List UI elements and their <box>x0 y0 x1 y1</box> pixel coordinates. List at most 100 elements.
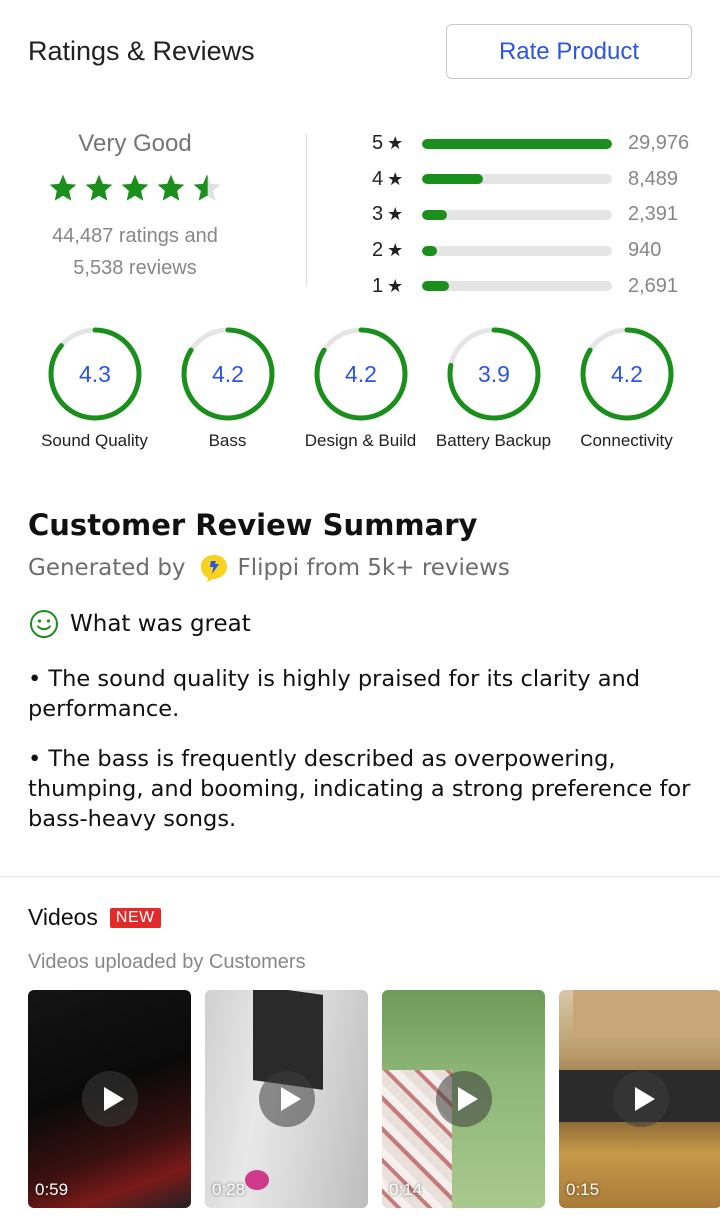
videos-header: Videos NEW <box>28 904 720 931</box>
generated-by-line: Generated by Flippi from 5k+ reviews <box>28 552 692 584</box>
distribution-bar-fill <box>422 138 612 149</box>
distribution-bar-track <box>422 174 612 185</box>
aspect-name: Battery Backup <box>435 431 552 450</box>
video-thumbnail[interactable]: 0:59 <box>28 990 191 1208</box>
distribution-bar-track <box>422 209 612 220</box>
reviews-count: 5,538 reviews <box>73 257 197 279</box>
rating-summary: Very Good 44,487 ratings and 5,538 revie… <box>28 126 242 284</box>
distribution-bar-track <box>422 245 612 256</box>
play-icon[interactable] <box>435 1071 492 1127</box>
star-level-label: 4 ★ <box>372 168 422 191</box>
star-number: 1 <box>372 274 384 297</box>
generated-by-label: Generated by <box>28 555 186 581</box>
play-icon[interactable] <box>258 1071 315 1127</box>
star-icon <box>85 174 113 201</box>
distribution-bar-fill <box>422 209 447 220</box>
aspect-score: 4.2 <box>212 361 244 387</box>
aspect-ring: 4.3 <box>48 327 141 421</box>
videos-subtitle: Videos uploaded by Customers <box>28 951 306 973</box>
aspect-ring: 4.2 <box>314 327 407 421</box>
star-level-label: 2 ★ <box>372 239 422 262</box>
videos-title: Videos <box>28 904 98 930</box>
star-icon <box>49 174 77 201</box>
video-duration: 0:15 <box>566 1180 600 1199</box>
star-number: 2 <box>372 239 384 262</box>
distribution-row: 4 ★ 8,489 <box>372 162 702 198</box>
star-icon: ★ <box>387 240 404 261</box>
aspect-score: 4.2 <box>345 361 377 387</box>
video-thumbnail[interactable]: 0:28 <box>205 990 368 1208</box>
distribution-count: 2,691 <box>628 274 679 297</box>
rating-label: Very Good <box>78 130 192 157</box>
rate-product-button[interactable]: Rate Product <box>446 24 692 79</box>
aspect-ring: 4.2 <box>580 327 673 421</box>
video-thumbnail[interactable]: 0:14 <box>382 990 545 1208</box>
distribution-count: 8,489 <box>628 167 679 190</box>
aspect-ring: 3.9 <box>447 327 540 421</box>
star-icon: ★ <box>387 275 404 296</box>
video-thumbnail[interactable]: 0:15 <box>559 990 720 1208</box>
summary-points: • The sound quality is highly praised fo… <box>28 664 692 834</box>
flippi-icon <box>200 555 227 582</box>
smile-icon <box>30 610 58 638</box>
object-shape <box>245 1170 269 1190</box>
videos-section: Videos NEW Videos uploaded by Customers … <box>28 904 720 1208</box>
play-icon[interactable] <box>81 1071 138 1127</box>
vertical-divider <box>306 134 307 286</box>
summary-point: • The sound quality is highly praised fo… <box>28 666 641 722</box>
video-carousel[interactable]: 0:59 0:28 0:14 0:15 <box>28 990 720 1212</box>
play-icon[interactable] <box>612 1071 669 1127</box>
aspect-rating[interactable]: 4.2 Connectivity <box>560 326 693 451</box>
ratings-count: 44,487 ratings and <box>52 225 218 247</box>
distribution-bar-fill <box>422 245 438 256</box>
aspect-score: 3.9 <box>478 361 510 387</box>
distribution-bar-track <box>422 138 612 149</box>
half-star-icon <box>193 174 221 201</box>
distribution-row: 2 ★ 940 <box>372 233 702 269</box>
aspect-rating[interactable]: 4.3 Sound Quality <box>28 326 161 451</box>
aspect-score: 4.2 <box>611 361 643 387</box>
section-divider <box>0 876 720 877</box>
aspect-ratings: 4.3 Sound Quality 4.2 Bass 4.2 Design & … <box>28 326 708 451</box>
aspect-rating[interactable]: 4.2 Design & Build <box>294 326 427 451</box>
star-icon: ★ <box>387 204 404 225</box>
star-level-label: 5 ★ <box>372 132 422 155</box>
distribution-count: 2,391 <box>628 203 679 226</box>
video-duration: 0:14 <box>389 1180 423 1199</box>
rating-distribution: 5 ★ 29,976 4 ★ 8,489 3 ★ 2,391 2 ★ 940 1 ★ 2,… <box>372 126 702 304</box>
ratings-header: Ratings & Reviews Rate Product <box>28 24 692 80</box>
aspect-name: Connectivity <box>580 431 673 450</box>
generated-by-source: Flippi from 5k+ reviews <box>237 555 510 581</box>
aspect-name: Design & Build <box>304 431 417 450</box>
great-heading-text: What was great <box>70 611 251 637</box>
star-icon: ★ <box>387 133 404 154</box>
tv-screen-shape <box>573 990 720 1038</box>
star-icon <box>121 174 149 201</box>
customer-review-summary: Customer Review Summary Generated by Fli… <box>28 508 692 854</box>
distribution-bar-fill <box>422 281 449 292</box>
aspect-name: Sound Quality <box>41 431 148 450</box>
distribution-bar-track <box>422 281 612 292</box>
distribution-row: 3 ★ 2,391 <box>372 197 702 233</box>
aspect-ring: 4.2 <box>181 327 274 421</box>
summary-title: Customer Review Summary <box>28 508 478 542</box>
aspect-name: Bass <box>208 431 247 450</box>
star-level-label: 1 ★ <box>372 275 422 298</box>
star-level-label: 3 ★ <box>372 203 422 226</box>
distribution-row: 1 ★ 2,691 <box>372 268 702 304</box>
star-number: 5 <box>372 132 384 155</box>
rating-counts: 44,487 ratings and 5,538 reviews <box>28 220 242 284</box>
rating-stars <box>28 172 242 206</box>
video-duration: 0:28 <box>212 1180 246 1199</box>
star-icon: ★ <box>387 168 404 189</box>
aspect-score: 4.3 <box>79 361 111 387</box>
distribution-bar-fill <box>422 174 483 185</box>
summary-point: • The bass is frequently described as ov… <box>28 746 691 832</box>
aspect-rating[interactable]: 4.2 Bass <box>161 326 294 451</box>
aspect-rating[interactable]: 3.9 Battery Backup <box>427 326 560 451</box>
distribution-count: 29,976 <box>628 132 690 155</box>
section-title: Ratings & Reviews <box>28 36 255 66</box>
star-number: 3 <box>372 203 384 226</box>
video-duration: 0:59 <box>35 1180 69 1199</box>
distribution-row: 5 ★ 29,976 <box>372 126 702 162</box>
